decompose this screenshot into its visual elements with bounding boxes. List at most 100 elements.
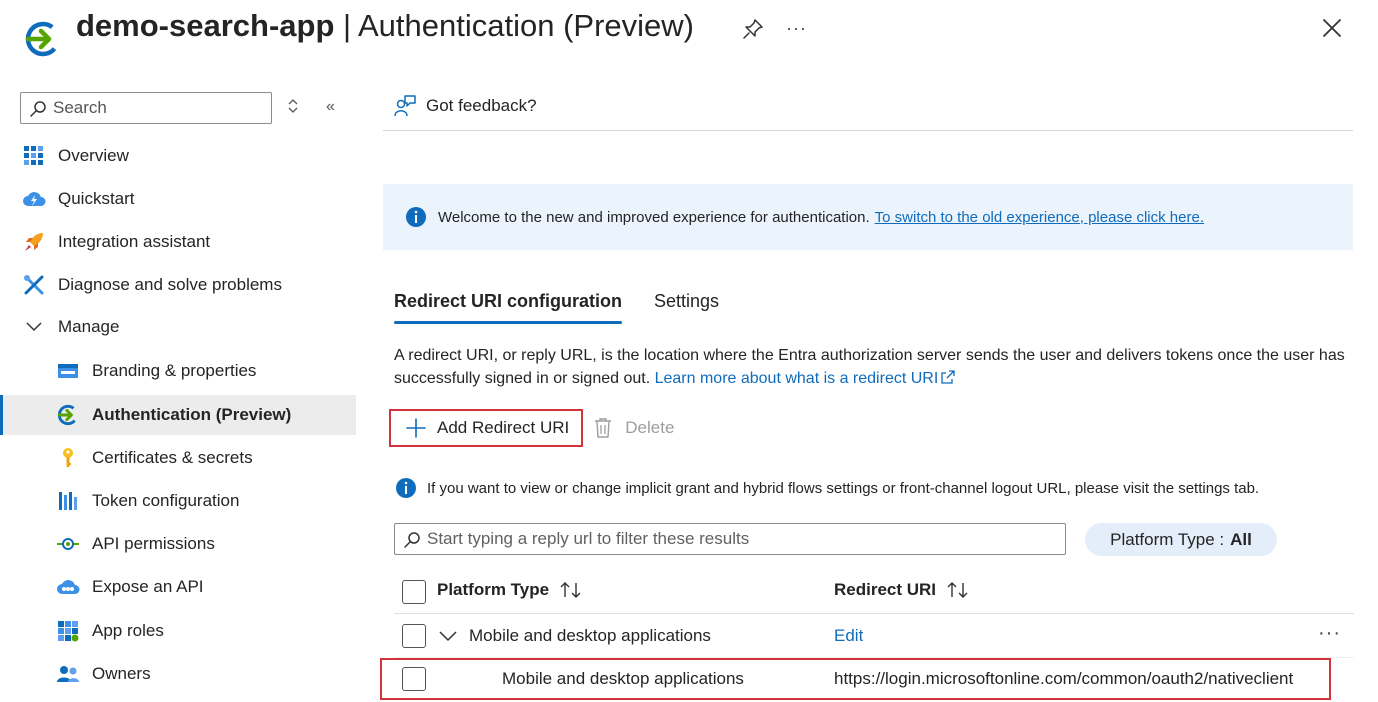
quickstart-cloud-icon	[22, 187, 46, 211]
edit-link[interactable]: Edit	[834, 626, 863, 645]
owners-people-icon	[56, 662, 80, 686]
sidebar-item-label: Expose an API	[92, 577, 204, 596]
feedback-label: Got feedback?	[426, 96, 537, 115]
title-separator: |	[334, 8, 358, 43]
tab-redirect-uri-configuration[interactable]: Redirect URI configuration	[394, 286, 623, 326]
sidebar-group-label: Manage	[58, 317, 120, 336]
sidebar-item-label: Overview	[58, 146, 129, 165]
command-bar: Add Redirect URI Delete	[389, 408, 674, 448]
key-icon	[56, 446, 80, 470]
info-banner: Welcome to the new and improved experien…	[383, 184, 1353, 250]
overview-grid-icon	[22, 144, 46, 168]
sidebar-item-label: App roles	[92, 621, 164, 640]
plus-icon	[406, 418, 426, 438]
tab-settings[interactable]: Settings	[654, 286, 719, 326]
delete-label: Delete	[625, 418, 675, 437]
info-message-text: If you want to view or change implicit g…	[427, 479, 1260, 497]
sidebar-item-authentication[interactable]: Authentication (Preview)	[0, 395, 356, 435]
reply-url-filter-input[interactable]	[427, 528, 1057, 550]
column-header-platform-type[interactable]: Platform Type	[437, 580, 583, 600]
reply-url-filter[interactable]	[394, 523, 1066, 555]
group-platform-type: Mobile and desktop applications	[469, 626, 711, 645]
close-icon[interactable]	[1320, 16, 1344, 40]
trash-icon	[595, 418, 612, 438]
table-header: Platform Type Redirect URI	[394, 568, 1354, 614]
table-group-row: Mobile and desktop applications Edit ···	[394, 614, 1354, 658]
sidebar-item-label: API permissions	[92, 534, 215, 553]
add-redirect-uri-label: Add Redirect URI	[437, 418, 570, 437]
row-checkbox[interactable]	[402, 667, 426, 691]
row-redirect-uri: https://login.microsoftonline.com/common…	[834, 669, 1294, 688]
sidebar-item-label: Owners	[92, 664, 151, 683]
delete-button[interactable]: Delete	[593, 417, 674, 439]
redirect-uri-description: A redirect URI, or reply URL, is the loc…	[394, 344, 1354, 390]
sidebar-item-label: Diagnose and solve problems	[58, 275, 282, 294]
pin-icon[interactable]	[742, 18, 764, 40]
sidebar-item-label: Integration assistant	[58, 232, 211, 251]
sidebar-item-label: Quickstart	[58, 189, 135, 208]
sidebar-item-integration-assistant[interactable]: Integration assistant	[0, 222, 356, 262]
sidebar-item-overview[interactable]: Overview	[0, 136, 356, 176]
sidebar-item-label: Branding & properties	[92, 361, 257, 380]
platform-filter-label: Platform Type :	[1110, 529, 1225, 549]
sidebar-item-quickstart[interactable]: Quickstart	[0, 179, 356, 219]
chevron-down-icon	[22, 315, 46, 339]
sidebar: « Overview Quickstart Int	[0, 86, 356, 702]
column-header-redirect-uri[interactable]: Redirect URI	[834, 580, 970, 600]
old-experience-link[interactable]: To switch to the old experience, please …	[875, 209, 1204, 226]
search-icon	[404, 532, 420, 548]
feedback-person-icon	[394, 95, 416, 117]
sidebar-item-label: Certificates & secrets	[92, 448, 253, 467]
authentication-app-icon	[25, 21, 61, 57]
page-header: demo-search-app | Authentication (Previe…	[0, 0, 1378, 60]
more-options-icon[interactable]: ···	[786, 18, 807, 39]
row-more-options-icon[interactable]: ···	[1318, 622, 1341, 645]
chevron-down-icon[interactable]	[438, 626, 458, 646]
tab-bar: Redirect URI configuration Settings	[394, 286, 751, 326]
info-icon	[396, 478, 416, 498]
toolbar-divider	[383, 130, 1353, 131]
banner-text: Welcome to the new and improved experien…	[438, 208, 870, 226]
learn-more-label: Learn more about what is a redirect URI	[654, 370, 939, 387]
settings-info-message: If you want to view or change implicit g…	[395, 477, 1259, 499]
branding-icon	[56, 359, 80, 383]
app-roles-grid-icon	[56, 619, 80, 643]
sidebar-search-input[interactable]	[53, 97, 263, 119]
sidebar-item-api-permissions[interactable]: API permissions	[0, 524, 356, 564]
learn-more-link[interactable]: Learn more about what is a redirect URI	[655, 370, 957, 387]
sidebar-item-diagnose[interactable]: Diagnose and solve problems	[0, 265, 356, 305]
external-link-icon	[941, 370, 955, 384]
sidebar-item-label: Token configuration	[92, 491, 240, 510]
search-icon	[30, 101, 46, 117]
add-redirect-uri-button[interactable]: Add Redirect URI	[389, 409, 584, 447]
sidebar-item-branding[interactable]: Branding & properties	[0, 351, 356, 391]
platform-type-filter[interactable]: Platform Type : All	[1085, 523, 1277, 556]
platform-filter-value: All	[1230, 529, 1252, 549]
sidebar-search[interactable]	[20, 92, 272, 124]
token-bars-icon	[56, 489, 80, 513]
expand-collapse-all-icon[interactable]	[286, 98, 300, 114]
wrench-icon	[22, 273, 46, 297]
page-name: Authentication (Preview)	[357, 8, 694, 43]
group-row-checkbox[interactable]	[402, 624, 426, 648]
sidebar-item-app-roles[interactable]: App roles	[0, 611, 356, 651]
table-row: Mobile and desktop applications https://…	[380, 658, 1354, 702]
main-content: Got feedback? Welcome to the new and imp…	[380, 86, 1354, 702]
page-title: demo-search-app | Authentication (Previe…	[76, 8, 694, 44]
sidebar-item-certificates[interactable]: Certificates & secrets	[0, 438, 356, 478]
feedback-button[interactable]: Got feedback?	[393, 94, 537, 118]
collapse-sidebar-icon[interactable]: «	[326, 98, 335, 116]
sidebar-item-owners[interactable]: Owners	[0, 654, 356, 694]
expose-api-cloud-icon	[56, 575, 80, 599]
row-platform-type: Mobile and desktop applications	[502, 669, 744, 688]
authentication-icon	[56, 403, 80, 427]
info-icon	[406, 207, 426, 227]
sidebar-item-token-configuration[interactable]: Token configuration	[0, 481, 356, 521]
sidebar-group-manage[interactable]: Manage	[0, 307, 356, 347]
sort-icon	[947, 582, 968, 598]
column-header-label: Platform Type	[437, 580, 550, 599]
sort-icon	[560, 582, 581, 598]
select-all-checkbox[interactable]	[402, 580, 426, 604]
app-name: demo-search-app	[76, 8, 335, 43]
sidebar-item-expose-api[interactable]: Expose an API	[0, 567, 356, 607]
